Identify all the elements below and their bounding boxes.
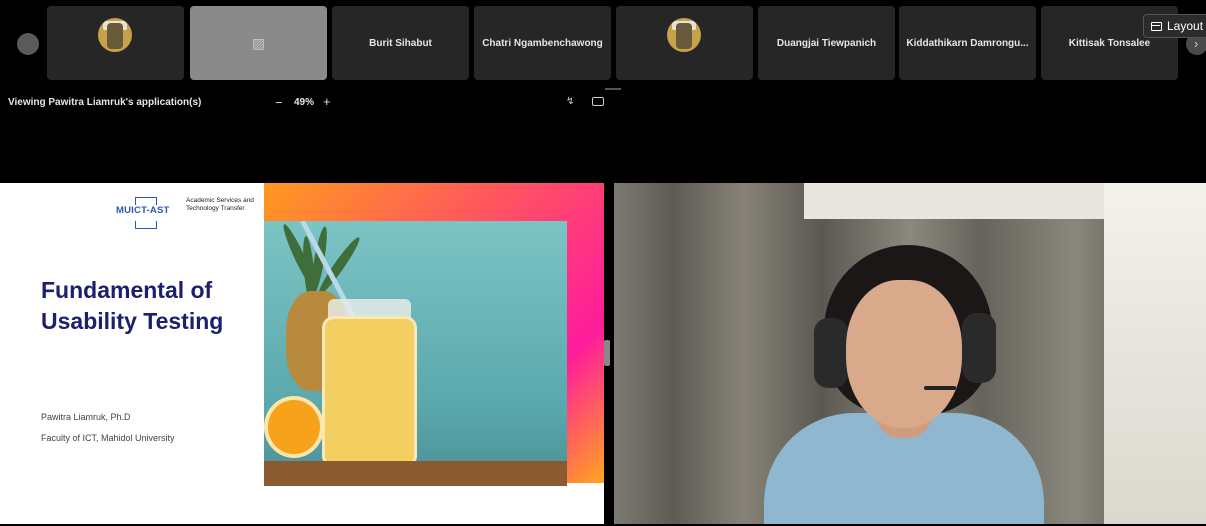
participant-tile-6[interactable]: Duangjai Tiewpanich bbox=[758, 6, 895, 80]
logo-mark: MUICT-AST bbox=[116, 205, 170, 216]
layout-button[interactable]: Layout bbox=[1143, 14, 1206, 38]
participant-name: Kiddathikarn Damrongu... bbox=[906, 37, 1029, 49]
zoom-in-button[interactable]: + bbox=[323, 94, 331, 109]
participant-tile-2[interactable]: ▨ bbox=[190, 6, 327, 80]
participant-name: Duangjai Tiewpanich bbox=[776, 37, 877, 49]
resize-handle[interactable] bbox=[604, 340, 610, 366]
avatar bbox=[667, 18, 701, 52]
presenter-video bbox=[614, 183, 1206, 524]
participant-tile-4[interactable]: Chatri Ngambenchawong bbox=[474, 6, 611, 80]
building-icon: ▨ bbox=[251, 34, 266, 51]
shared-slide: MUICT-AST Academic Services and Technolo… bbox=[0, 183, 604, 524]
smoothie-photo bbox=[264, 221, 567, 486]
participant-name: Burit Sihabut bbox=[369, 37, 432, 49]
scroll-left-button[interactable] bbox=[17, 33, 39, 55]
slide-title: Fundamental of Usability Testing bbox=[41, 277, 224, 334]
share-toolbar: Viewing Pawitra Liamruk's application(s)… bbox=[0, 93, 612, 115]
resize-handle-top[interactable] bbox=[605, 88, 621, 90]
participant-name: Chatri Ngambenchawong bbox=[482, 37, 603, 49]
layout-label: Layout bbox=[1167, 19, 1204, 33]
participant-tile-7[interactable]: Kiddathikarn Damrongu... bbox=[899, 6, 1036, 80]
pop-out-icon[interactable]: ↯ bbox=[566, 96, 574, 107]
zoom-level: 49% bbox=[294, 97, 315, 108]
layout-icon bbox=[1151, 21, 1162, 31]
avatar bbox=[98, 18, 132, 52]
participant-tile-5[interactable] bbox=[616, 6, 753, 80]
participant-name: Kittisak Tonsalee bbox=[1068, 37, 1151, 49]
zoom-out-button[interactable]: − bbox=[275, 95, 283, 110]
slide-affiliation: Faculty of ICT, Mahidol University bbox=[41, 433, 175, 443]
participant-tile-3[interactable]: Burit Sihabut bbox=[332, 6, 469, 80]
participant-tile-1[interactable] bbox=[47, 6, 184, 80]
window-icon[interactable] bbox=[592, 97, 604, 106]
viewing-label: Viewing Pawitra Liamruk's application(s) bbox=[8, 97, 202, 108]
participant-strip: ▨ Burit Sihabut Chatri Ngambenchawong Du… bbox=[0, 0, 1206, 86]
slide-author: Pawitra Liamruk, Ph.D bbox=[41, 412, 131, 422]
logo-text: Academic Services and Technology Transfe… bbox=[186, 197, 254, 212]
